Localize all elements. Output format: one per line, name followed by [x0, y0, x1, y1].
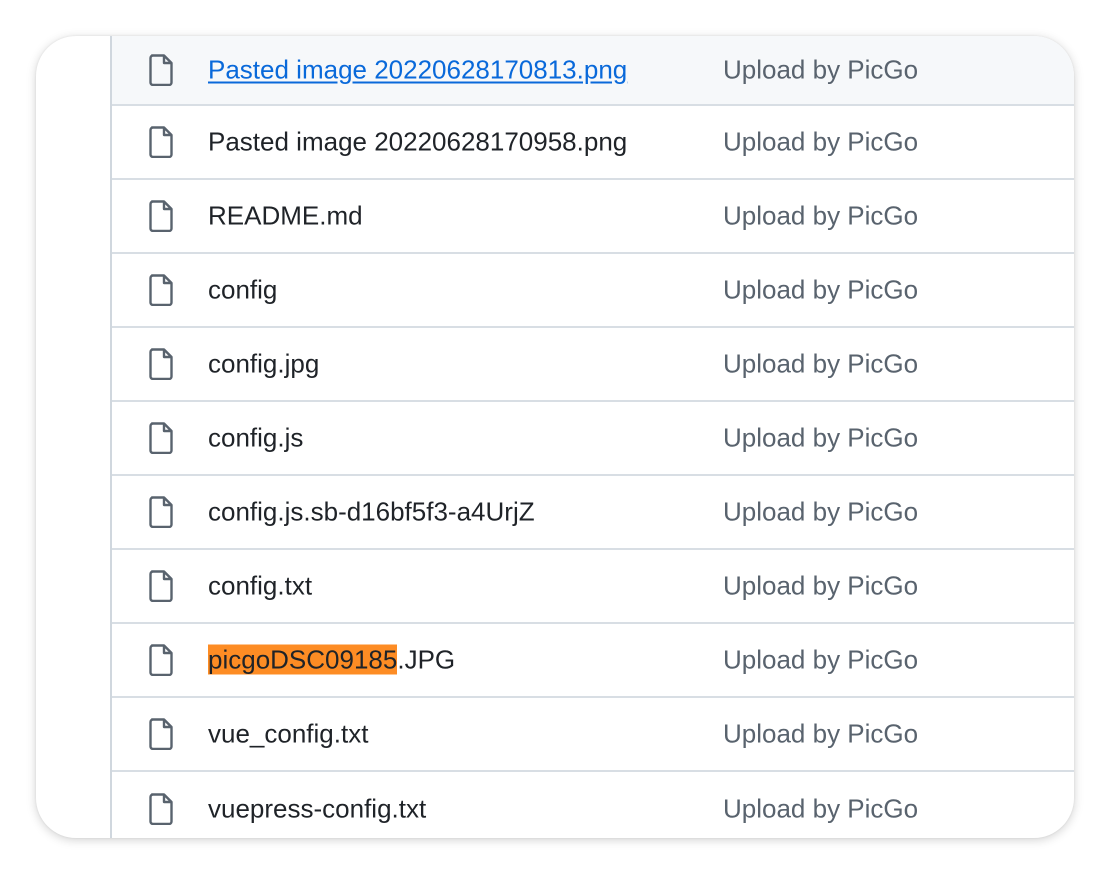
- commit-message[interactable]: Upload by PicGo: [723, 55, 918, 86]
- file-name-link[interactable]: picgoDSC09185.JPG: [208, 644, 456, 676]
- file-icon: [149, 274, 173, 306]
- file-row[interactable]: vuepress-config.txt Upload by PicGo: [112, 772, 1074, 838]
- file-row[interactable]: README.md Upload by PicGo: [112, 180, 1074, 254]
- file-icon: [149, 200, 173, 232]
- file-row[interactable]: config Upload by PicGo: [112, 254, 1074, 328]
- commit-message[interactable]: Upload by PicGo: [723, 794, 918, 825]
- file-icon: [149, 644, 173, 676]
- file-list-card: Pasted image 20220628170813.png Upload b…: [36, 36, 1074, 838]
- file-icon: [149, 422, 173, 454]
- commit-message[interactable]: Upload by PicGo: [723, 349, 918, 380]
- file-name-link[interactable]: config.txt: [208, 571, 312, 602]
- search-highlight: picgoDSC09185: [208, 644, 398, 675]
- commit-message[interactable]: Upload by PicGo: [723, 645, 918, 676]
- commit-message[interactable]: Upload by PicGo: [723, 423, 918, 454]
- file-row[interactable]: Pasted image 20220628170813.png Upload b…: [112, 36, 1074, 106]
- file-name-link[interactable]: vue_config.txt: [208, 719, 368, 750]
- commit-message[interactable]: Upload by PicGo: [723, 497, 918, 528]
- file-icon: [149, 54, 173, 86]
- file-icon: [149, 496, 173, 528]
- file-row[interactable]: config.txt Upload by PicGo: [112, 550, 1074, 624]
- file-name-link[interactable]: Pasted image 20220628170813.png: [208, 55, 627, 86]
- commit-message[interactable]: Upload by PicGo: [723, 127, 918, 158]
- file-name-link[interactable]: vuepress-config.txt: [208, 794, 426, 825]
- file-name-link[interactable]: config.js: [208, 423, 303, 454]
- commit-message[interactable]: Upload by PicGo: [723, 201, 918, 232]
- file-row[interactable]: config.js Upload by PicGo: [112, 402, 1074, 476]
- file-name-link[interactable]: config: [208, 275, 277, 306]
- commit-message[interactable]: Upload by PicGo: [723, 719, 918, 750]
- file-row[interactable]: config.js.sb-d16bf5f3-a4UrjZ Upload by P…: [112, 476, 1074, 550]
- file-icon: [149, 570, 173, 602]
- file-icon: [149, 718, 173, 750]
- file-icon: [149, 348, 173, 380]
- file-icon: [149, 793, 173, 825]
- file-name-link[interactable]: README.md: [208, 201, 363, 232]
- commit-message[interactable]: Upload by PicGo: [723, 275, 918, 306]
- file-name-link[interactable]: config.js.sb-d16bf5f3-a4UrjZ: [208, 497, 535, 528]
- file-row[interactable]: config.jpg Upload by PicGo: [112, 328, 1074, 402]
- file-name-link[interactable]: Pasted image 20220628170958.png: [208, 127, 627, 158]
- file-name-rest: .JPG: [397, 644, 456, 675]
- commit-message[interactable]: Upload by PicGo: [723, 571, 918, 602]
- file-row[interactable]: vue_config.txt Upload by PicGo: [112, 698, 1074, 772]
- file-list: Pasted image 20220628170813.png Upload b…: [110, 36, 1074, 838]
- file-name-link[interactable]: config.jpg: [208, 349, 319, 380]
- file-row[interactable]: Pasted image 20220628170958.png Upload b…: [112, 106, 1074, 180]
- file-icon: [149, 126, 173, 158]
- file-row[interactable]: picgoDSC09185.JPG Upload by PicGo: [112, 624, 1074, 698]
